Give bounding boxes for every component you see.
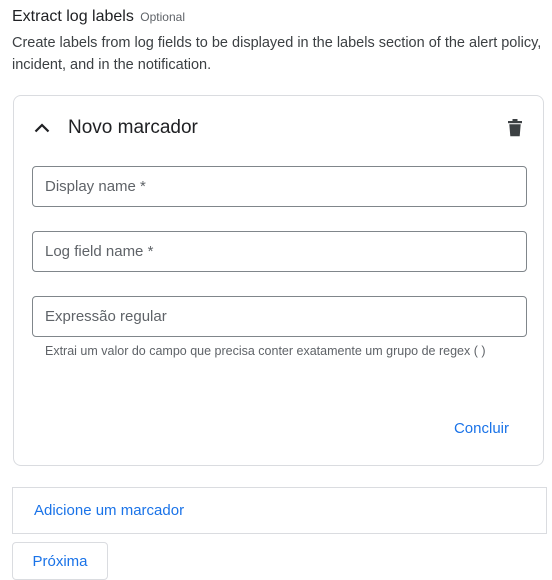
- section-header: Extract log labels Optional Create label…: [12, 7, 547, 76]
- regex-hint: Extrai um valor do campo que precisa con…: [45, 344, 486, 358]
- display-name-input[interactable]: [33, 167, 526, 206]
- done-button[interactable]: Concluir: [454, 418, 509, 440]
- regex-input[interactable]: [33, 297, 526, 336]
- card-title: Novo marcador: [68, 117, 198, 138]
- display-name-field[interactable]: [32, 166, 527, 207]
- log-field-name-field[interactable]: [32, 231, 527, 272]
- card-header[interactable]: Novo marcador: [32, 116, 198, 140]
- next-button[interactable]: Próxima: [12, 542, 108, 580]
- section-description: Create labels from log fields to be disp…: [12, 35, 542, 73]
- add-label-button[interactable]: Adicione um marcador: [34, 500, 184, 522]
- label-card: Novo marcador Extrai um valor do campo q…: [13, 95, 544, 466]
- regex-field[interactable]: [32, 296, 527, 337]
- section-title-row: Extract log labels Optional: [12, 7, 547, 27]
- log-field-name-input[interactable]: [33, 232, 526, 271]
- trash-icon[interactable]: [505, 118, 525, 138]
- section-title: Extract log labels: [12, 8, 134, 25]
- chevron-up-icon[interactable]: [32, 118, 52, 138]
- add-label-row: Adicione um marcador: [12, 487, 547, 534]
- optional-tag: Optional: [140, 10, 185, 24]
